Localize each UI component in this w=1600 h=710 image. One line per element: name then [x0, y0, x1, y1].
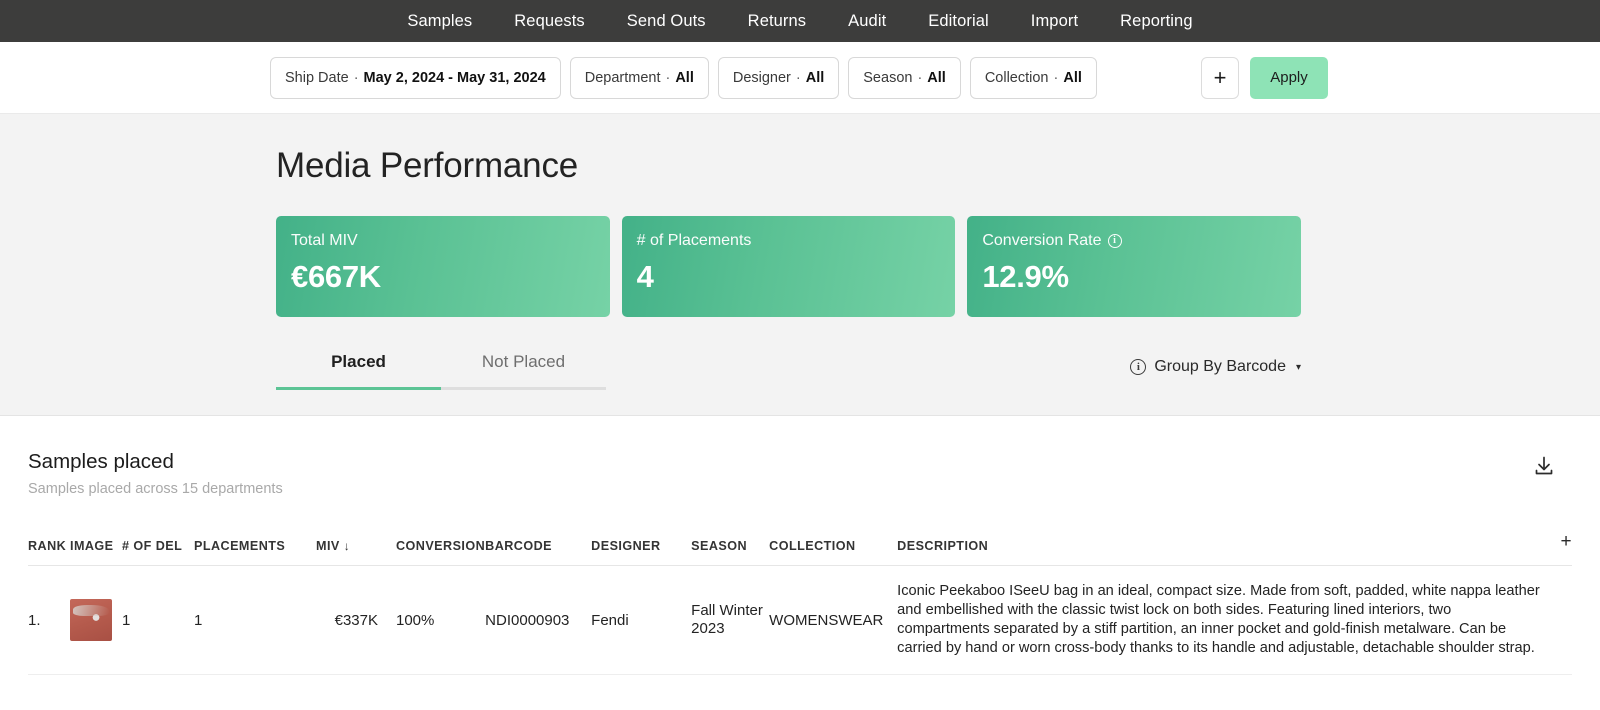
kpi-placements-label-wrap: # of Placements: [637, 232, 940, 250]
filter-collection-label: Collection: [985, 70, 1049, 86]
info-icon: i: [1130, 359, 1146, 375]
product-thumbnail-image[interactable]: [70, 599, 112, 641]
filter-season-value: All: [927, 70, 946, 86]
filter-department[interactable]: Department · All: [570, 57, 709, 99]
filter-collection[interactable]: Collection · All: [970, 57, 1097, 99]
column-header-season[interactable]: SEASON: [691, 531, 769, 566]
nav-item-samples[interactable]: Samples: [386, 0, 493, 42]
sort-descending-icon: ↓: [344, 539, 350, 553]
cell-barcode: NDI0000903: [485, 566, 591, 675]
plus-icon: +: [1560, 531, 1572, 552]
cell-miv: €337K: [312, 566, 384, 675]
tab-list: Placed Not Placed: [276, 352, 606, 390]
kpi-conversion-label: Conversion Rate: [982, 232, 1101, 250]
nav-item-reporting[interactable]: Reporting: [1099, 0, 1213, 42]
add-filter-button[interactable]: +: [1201, 57, 1239, 99]
nav-item-import[interactable]: Import: [1010, 0, 1099, 42]
tab-placed[interactable]: Placed: [276, 352, 441, 390]
top-navigation-bar: Samples Requests Send Outs Returns Audit…: [0, 0, 1600, 42]
column-header-conversion[interactable]: CONVERSION: [384, 531, 485, 566]
cell-description: Iconic Peekaboo ISeeU bag in an ideal, c…: [897, 566, 1542, 675]
kpi-total-miv-label-wrap: Total MIV: [291, 232, 594, 250]
filter-bar: Ship Date · May 2, 2024 - May 31, 2024 D…: [0, 42, 1600, 113]
cell-season: Fall Winter 2023: [691, 566, 769, 675]
cell-conversion: 100%: [384, 566, 485, 675]
filter-designer-value: All: [806, 70, 825, 86]
nav-item-send-outs[interactable]: Send Outs: [606, 0, 727, 42]
column-header-designer[interactable]: DESIGNER: [591, 531, 691, 566]
filter-collection-value: All: [1063, 70, 1082, 86]
cell-num-of-del: 1: [122, 566, 194, 675]
cell-image[interactable]: [70, 566, 122, 675]
filter-ship-date-label: Ship Date: [285, 70, 349, 86]
filter-designer-label: Designer: [733, 70, 791, 86]
samples-placed-table: RANK IMAGE # OF DEL PLACEMENTS MIV ↓ CON…: [28, 531, 1572, 675]
nav-item-returns[interactable]: Returns: [727, 0, 827, 42]
filter-ship-date-separator: ·: [354, 70, 359, 86]
tabs-row: Placed Not Placed i Group By Barcode ▾: [276, 352, 1301, 390]
chevron-down-icon: ▾: [1296, 362, 1301, 373]
column-header-placements[interactable]: PLACEMENTS: [194, 531, 312, 566]
filter-season-separator: ·: [917, 70, 922, 86]
download-icon[interactable]: [1532, 454, 1556, 478]
filter-collection-separator: ·: [1054, 70, 1059, 86]
filter-season[interactable]: Season · All: [848, 57, 961, 99]
kpi-card-conversion-rate: Conversion Rate i 12.9%: [967, 216, 1301, 317]
kpi-total-miv-label: Total MIV: [291, 232, 358, 250]
kpi-total-miv-value: €667K: [291, 259, 594, 295]
tab-not-placed[interactable]: Not Placed: [441, 352, 606, 390]
apply-filters-button[interactable]: Apply: [1250, 57, 1328, 99]
filter-ship-date[interactable]: Ship Date · May 2, 2024 - May 31, 2024: [270, 57, 561, 99]
section-title: Samples placed: [28, 450, 1572, 474]
dashboard-section: Media Performance Total MIV €667K # of P…: [0, 113, 1600, 416]
description-text: Iconic Peekaboo ISeeU bag in an ideal, c…: [897, 582, 1542, 658]
filter-department-separator: ·: [665, 70, 670, 86]
column-header-image[interactable]: IMAGE: [70, 531, 122, 566]
table-body: 1. 1 1 €337K 100% NDI0000903 Fendi Fall …: [28, 566, 1572, 675]
info-icon[interactable]: i: [1108, 234, 1122, 248]
table-row[interactable]: 1. 1 1 €337K 100% NDI0000903 Fendi Fall …: [28, 566, 1572, 675]
nav-item-editorial[interactable]: Editorial: [907, 0, 1010, 42]
page-title: Media Performance: [276, 146, 1301, 186]
cell-placements: 1: [194, 566, 312, 675]
cell-collection: WOMENSWEAR: [769, 566, 897, 675]
column-header-collection[interactable]: COLLECTION: [769, 531, 897, 566]
column-header-num-of-del[interactable]: # OF DEL: [122, 531, 194, 566]
kpi-conversion-value: 12.9%: [982, 259, 1285, 295]
kpi-placements-label: # of Placements: [637, 232, 752, 250]
column-header-barcode[interactable]: BARCODE: [485, 531, 591, 566]
column-header-description[interactable]: DESCRIPTION: [897, 531, 1542, 566]
filter-season-label: Season: [863, 70, 912, 86]
kpi-card-placements: # of Placements 4: [622, 216, 956, 317]
filter-designer-separator: ·: [796, 70, 801, 86]
samples-placed-section: Samples placed Samples placed across 15 …: [0, 416, 1600, 675]
nav-item-audit[interactable]: Audit: [827, 0, 907, 42]
filter-department-label: Department: [585, 70, 661, 86]
table-header: RANK IMAGE # OF DEL PLACEMENTS MIV ↓ CON…: [28, 531, 1572, 566]
nav-item-requests[interactable]: Requests: [493, 0, 606, 42]
kpi-card-total-miv: Total MIV €667K: [276, 216, 610, 317]
column-header-miv[interactable]: MIV ↓: [312, 531, 384, 566]
filter-actions: + Apply: [1201, 57, 1328, 99]
section-subtitle: Samples placed across 15 departments: [28, 481, 1572, 497]
add-column-button[interactable]: +: [1542, 531, 1572, 566]
kpi-placements-value: 4: [637, 259, 940, 295]
filter-ship-date-value: May 2, 2024 - May 31, 2024: [364, 70, 546, 86]
filter-designer[interactable]: Designer · All: [718, 57, 839, 99]
cell-rank: 1.: [28, 566, 70, 675]
cell-spacer: [1542, 566, 1572, 675]
kpi-card-row: Total MIV €667K # of Placements 4 Conver…: [276, 216, 1301, 317]
filter-department-value: All: [675, 70, 694, 86]
table-header-row: RANK IMAGE # OF DEL PLACEMENTS MIV ↓ CON…: [28, 531, 1572, 566]
column-header-miv-label: MIV: [316, 539, 340, 553]
kpi-conversion-label-wrap: Conversion Rate i: [982, 232, 1285, 250]
column-header-rank[interactable]: RANK: [28, 531, 70, 566]
group-by-label: Group By Barcode: [1154, 358, 1286, 376]
group-by-dropdown[interactable]: i Group By Barcode ▾: [1130, 358, 1301, 390]
cell-designer: Fendi: [591, 566, 691, 675]
